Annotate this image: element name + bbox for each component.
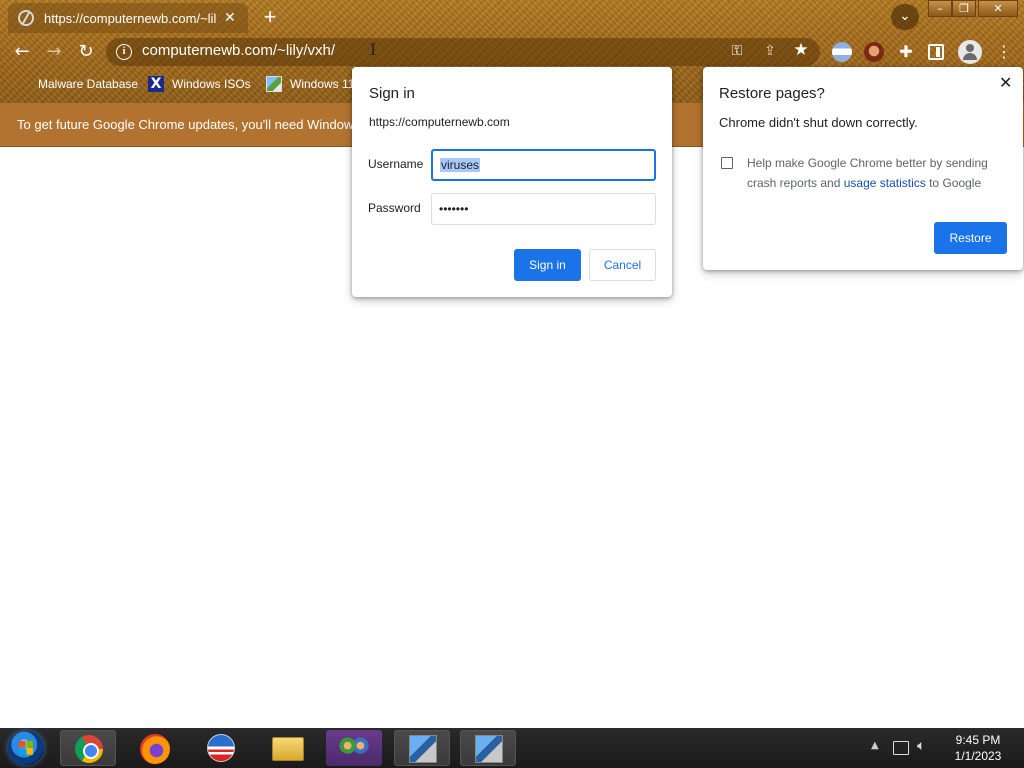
extensions-puzzle-icon[interactable]: ✚ [896,42,916,62]
bookmark-windows-11[interactable]: Windows 11 [266,75,354,93]
extension-flag-icon[interactable] [832,42,852,62]
setup-installer-icon [409,735,437,763]
password-label: Password [368,201,421,215]
tab-title: https://computernewb.com/~lily/ [44,10,216,26]
crash-report-checkbox[interactable] [721,157,733,169]
bookmark-label: Malware Database [38,77,139,91]
side-panel-icon[interactable] [928,44,944,60]
restore-button[interactable]: Restore [934,222,1007,254]
restore-pages-bubble: Restore pages? ✕ Chrome didn't shut down… [703,67,1023,270]
volume-icon[interactable]: 🔈︎ [917,738,925,754]
address-bar-url[interactable]: computernewb.com/~lily/vxh/ [142,42,335,59]
usage-statistics-link[interactable]: usage statistics [844,176,926,190]
window-maximize-button[interactable]: ❐ [952,0,976,17]
taskbar-setup-1[interactable] [394,730,450,766]
sign-in-dialog: Sign in https://computernewb.com Usernam… [352,67,672,297]
clock-time: 9:45 PM [955,733,1001,747]
dialog-title: Sign in [369,85,415,102]
bookmark-label: Windows 11 [290,77,355,91]
password-input[interactable]: ••••••• [431,193,656,225]
username-label: Username [368,157,424,171]
username-input[interactable]: viruses [431,149,656,181]
taskbar-file-explorer[interactable] [260,730,316,766]
bookmark-label: Windows ISOs [172,77,251,91]
bookmark-star-icon[interactable]: ★ [792,40,810,60]
taskbar-firefox[interactable] [128,730,184,766]
extension-avatar-icon[interactable] [864,42,884,62]
taskbar-setup-2[interactable] [460,730,516,766]
restore-message: Chrome didn't shut down correctly. [719,115,918,130]
back-arrow-icon[interactable]: ← [10,40,34,64]
kebab-menu-icon[interactable]: ⋮ [994,42,1014,62]
bookmark-windows-isos[interactable]: X Windows ISOs [148,75,251,93]
cancel-button[interactable]: Cancel [589,249,656,281]
close-icon[interactable]: ✕ [999,73,1012,92]
obama-logo-icon [207,734,235,762]
messenger-buddies-icon [338,736,370,760]
taskbar-chrome[interactable] [60,730,116,766]
start-orb-icon[interactable] [8,731,44,765]
tab-favicon-icon [18,10,34,26]
window-close-button[interactable]: ✕ [978,0,1018,17]
taskbar: ▲ 🔈︎ 9:45 PM 1/1/2023 [0,728,1024,768]
folder-icon [272,737,304,761]
system-clock[interactable]: 9:45 PM 1/1/2023 [944,732,1012,764]
bookmark-malware-database[interactable]: Malware Database [38,75,138,93]
dialog-origin: https://computernewb.com [369,115,510,129]
tray-expand-icon[interactable]: ▲ [871,740,879,751]
tab-close-icon[interactable]: ✕ [224,10,236,26]
address-bar[interactable]: i computernewb.com/~lily/vxh/ I ⚿ ⇪ ★ [106,38,820,66]
setup-installer-icon [475,735,503,763]
restore-title: Restore pages? [719,85,825,102]
taskbar-messenger[interactable] [326,730,382,766]
taskbar-obama-globe[interactable] [194,730,250,766]
new-tab-button[interactable]: + [260,4,280,30]
password-value: ••••••• [439,202,469,216]
x-logo-icon: X [148,76,164,92]
tab-active[interactable]: https://computernewb.com/~lily/ ✕ [8,3,248,33]
forward-arrow-icon[interactable]: → [42,40,66,64]
landscape-image-icon [266,76,282,92]
crash-report-text: Help make Google Chrome better by sendin… [747,153,1009,193]
share-icon[interactable]: ⇪ [761,43,779,59]
network-icon[interactable] [893,741,909,755]
reload-icon[interactable]: ↻ [74,40,98,64]
tab-search-chevron-icon[interactable]: ⌄ [891,4,919,30]
sign-in-button[interactable]: Sign in [514,249,581,281]
username-value: viruses [440,158,481,172]
text-cursor-icon: I [370,40,377,59]
clock-date: 1/1/2023 [954,749,1002,763]
site-info-icon[interactable]: i [116,44,132,60]
profile-avatar-icon[interactable] [958,40,982,64]
crash-text-after: to Google [925,176,982,190]
firefox-icon [140,734,170,764]
window-minimize-button[interactable]: – [928,0,952,17]
chrome-icon [75,735,103,763]
password-key-icon[interactable]: ⚿ [728,43,746,59]
